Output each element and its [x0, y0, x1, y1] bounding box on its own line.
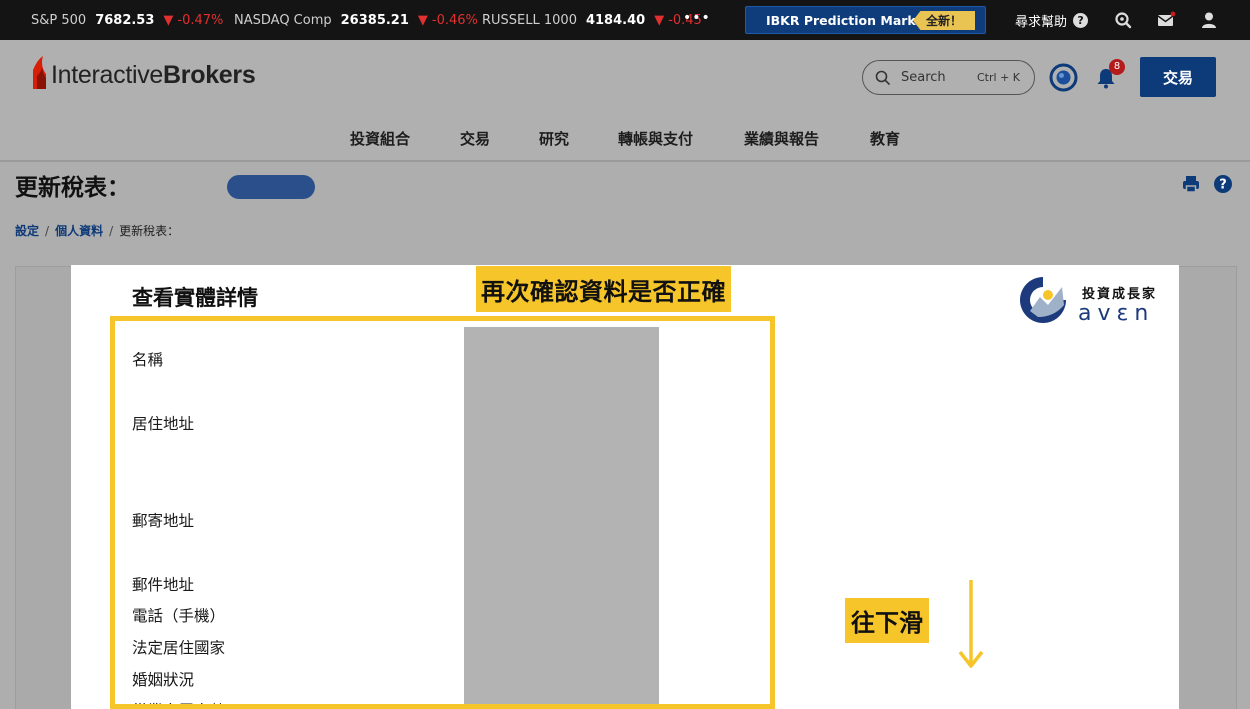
chat-search-icon[interactable]	[1113, 10, 1133, 30]
help-label: 尋求幫助	[1015, 14, 1068, 30]
help-link[interactable]: 尋求幫助 ?	[1015, 0, 1089, 40]
site-header: InteractiveBrokers Search Ctrl + K 8 交易 …	[0, 40, 1250, 160]
ticker-down-arrow-icon: ▼	[163, 12, 174, 28]
ticker-sp500[interactable]: S&P 500 7682.53 ▼ -0.47%	[31, 0, 223, 40]
nav-education[interactable]: 教育	[870, 128, 900, 149]
ticker-change: -0.46%	[431, 12, 478, 28]
assistant-orb-icon[interactable]	[1049, 63, 1078, 92]
annotation-highlight-box	[110, 316, 775, 709]
user-account-icon[interactable]	[1199, 10, 1219, 30]
breadcrumb: 設定 / 個人資料 / 更新稅表：	[15, 222, 179, 239]
breadcrumb-profile[interactable]: 個人資料	[55, 224, 103, 238]
annotation-confirm-data: 再次確認資料是否正確	[476, 266, 731, 312]
nav-performance-reports[interactable]: 業績與報告	[744, 128, 819, 149]
breadcrumb-settings[interactable]: 設定	[15, 224, 39, 238]
help-circle-icon[interactable]: ?	[1213, 174, 1233, 194]
header-divider	[0, 160, 1250, 162]
ticker-name: S&P 500	[31, 12, 87, 28]
prediction-markets-banner[interactable]: IBKR Prediction Markets 全新！	[745, 6, 986, 34]
ticker-value: 7682.53	[95, 12, 155, 28]
ib-logo-flame-icon	[33, 56, 46, 89]
new-badge: 全新！	[913, 11, 975, 30]
search-icon	[875, 70, 891, 85]
watermark-en: avεn	[1078, 301, 1155, 326]
nav-transfer-pay[interactable]: 轉帳與支付	[618, 128, 693, 149]
ticker-russell[interactable]: RUSSELL 1000 4184.40 ▼ -0.45	[482, 0, 702, 40]
search-placeholder: Search	[901, 70, 946, 85]
breadcrumb-current: 更新稅表：	[119, 224, 180, 238]
notification-count-badge: 8	[1109, 59, 1125, 75]
aven-watermark: 投資成長家 avεn	[1018, 275, 1168, 327]
breadcrumb-separator: /	[109, 224, 114, 238]
trade-button[interactable]: 交易	[1140, 57, 1216, 97]
help-icon: ?	[1073, 12, 1089, 28]
panel-title: 查看實體詳情	[132, 286, 258, 310]
redacted-status-pill	[227, 175, 315, 199]
annotation-scroll-down: 往下滑	[845, 598, 929, 643]
ticker-down-arrow-icon: ▼	[417, 12, 428, 28]
scroll-down-arrow-icon	[958, 580, 984, 668]
svg-text:?: ?	[1219, 178, 1227, 193]
ticker-nasdaq[interactable]: NASDAQ Comp 26385.21 ▼ -0.46%	[234, 0, 478, 40]
ticker-name: RUSSELL 1000	[482, 12, 577, 28]
watermark-zh: 投資成長家	[1082, 287, 1158, 302]
market-ticker-bar: S&P 500 7682.53 ▼ -0.47% NASDAQ Comp 263…	[0, 0, 1250, 40]
nav-trade[interactable]: 交易	[460, 128, 490, 149]
ticker-change: -0.47%	[177, 12, 224, 28]
mail-icon[interactable]	[1156, 10, 1176, 30]
logo-text-interactive: Interactive	[51, 61, 164, 89]
more-tickers-icon[interactable]: •••	[683, 10, 711, 26]
page-title: 更新稅表：	[15, 175, 130, 201]
ticker-down-arrow-icon: ▼	[654, 12, 665, 28]
promo-label: IBKR Prediction Markets	[766, 12, 938, 28]
breadcrumb-separator: /	[45, 224, 50, 238]
aven-logo-icon	[1020, 277, 1066, 323]
ticker-name: NASDAQ Comp	[234, 12, 332, 28]
nav-research[interactable]: 研究	[539, 128, 569, 149]
search-shortcut: Ctrl + K	[977, 71, 1020, 84]
ticker-value: 4184.40	[585, 12, 646, 28]
search-box[interactable]: Search Ctrl + K	[862, 60, 1035, 95]
ib-logo[interactable]: InteractiveBrokers	[30, 56, 256, 90]
logo-text-brokers: Brokers	[163, 61, 256, 89]
ticker-value: 26385.21	[340, 12, 409, 28]
print-icon[interactable]	[1181, 174, 1201, 194]
nav-portfolio[interactable]: 投資組合	[350, 128, 410, 149]
